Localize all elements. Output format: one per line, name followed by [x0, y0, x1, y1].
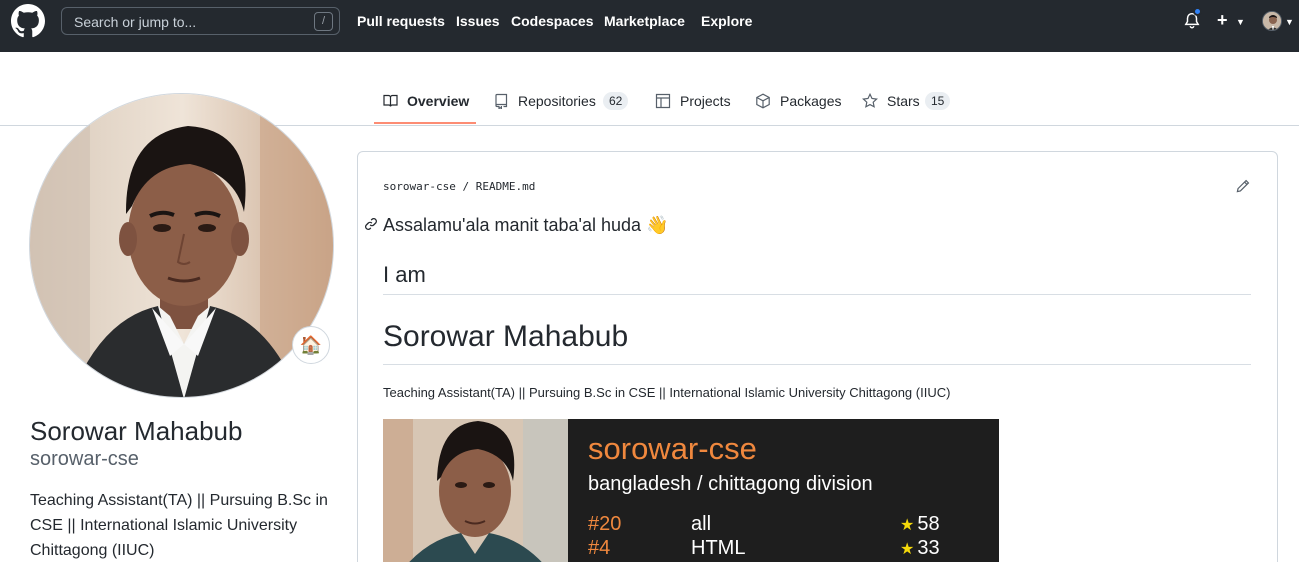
github-logo-icon[interactable]: [11, 4, 45, 38]
search-placeholder: Search or jump to...: [74, 14, 197, 30]
readme-path-separator: /: [462, 180, 470, 193]
stats-row-rank: #20: [588, 513, 622, 535]
stats-card-location: bangladesh / chittagong division: [588, 473, 873, 495]
search-shortcut-key: /: [314, 12, 333, 31]
tab-repositories-label: Repositories: [518, 93, 596, 109]
user-avatar-menu[interactable]: [1262, 11, 1282, 31]
anchor-link-icon[interactable]: [364, 217, 378, 231]
waving-hand-icon: 👋: [646, 215, 669, 235]
nav-codespaces[interactable]: Codespaces: [511, 13, 593, 29]
profile-avatar[interactable]: [29, 93, 334, 398]
tab-repositories[interactable]: Repositories 62: [493, 92, 633, 110]
tab-packages[interactable]: Packages: [755, 92, 845, 110]
readme-heading-i-am: I am: [383, 262, 426, 287]
readme-greeting-text: Assalamu'ala manit taba'al huda: [383, 215, 642, 235]
stats-row-label: HTML: [691, 537, 746, 559]
stats-row-rank: #4: [588, 537, 611, 559]
tab-projects-label: Projects: [680, 93, 731, 109]
profile-username: sorowar-cse: [30, 448, 139, 470]
github-stats-card[interactable]: sorowar-cse bangladesh / chittagong divi…: [383, 419, 999, 562]
search-input[interactable]: Search or jump to... /: [61, 7, 340, 35]
readme-greeting: Assalamu'ala manit taba'al huda 👋: [383, 215, 668, 236]
stats-row-star-count: 58: [917, 513, 940, 535]
stats-card-avatar-icon: [383, 419, 568, 562]
avatar-image-icon: [1263, 12, 1281, 30]
tab-stars-label: Stars: [887, 93, 920, 109]
book-icon: [383, 94, 398, 107]
heading-divider: [383, 294, 1251, 295]
readme-path: sorowar-cse / README.md: [383, 180, 535, 193]
stats-card-photo: [383, 419, 568, 562]
stats-row-stars: ★ 33: [900, 537, 940, 560]
tab-stars[interactable]: Stars 15: [862, 92, 952, 110]
nav-explore[interactable]: Explore: [701, 13, 752, 29]
edit-pencil-icon[interactable]: [1236, 179, 1250, 193]
profile-photo-icon: [30, 94, 333, 397]
stats-row-star-count: 33: [917, 537, 940, 559]
tab-overview[interactable]: Overview: [382, 92, 472, 110]
stats-row-stars: ★ 58: [900, 513, 940, 536]
stats-row-label: all: [691, 513, 712, 535]
nav-issues[interactable]: Issues: [456, 13, 500, 29]
create-menu-chevron-down-icon[interactable]: ▼: [1236, 17, 1245, 27]
star-icon: [862, 93, 878, 108]
table-icon: [655, 93, 671, 109]
package-icon: [756, 93, 770, 109]
notification-indicator: [1193, 7, 1202, 16]
readme-bio: Teaching Assistant(TA) || Pursuing B.Sc …: [383, 385, 951, 400]
star-filled-icon: ★: [900, 541, 915, 558]
heading-divider: [383, 364, 1251, 365]
repo-icon: [495, 93, 508, 109]
readme-file-link[interactable]: README.md: [476, 180, 536, 193]
repositories-count-badge: 62: [603, 92, 629, 110]
tab-overview-label: Overview: [407, 93, 470, 109]
stats-card-username: sorowar-cse: [588, 431, 757, 466]
global-header: Search or jump to... / Pull requests Iss…: [0, 0, 1299, 52]
create-new-icon[interactable]: +: [1217, 10, 1228, 31]
profile-full-name: Sorowar Mahabub: [30, 416, 243, 446]
profile-bio: Teaching Assistant(TA) || Pursuing B.Sc …: [30, 492, 328, 559]
tab-packages-label: Packages: [780, 93, 842, 109]
tab-projects[interactable]: Projects: [655, 92, 735, 110]
readme-heading-name: Sorowar Mahabub: [383, 320, 629, 353]
readme-owner-link[interactable]: sorowar-cse: [383, 180, 456, 193]
stars-count-badge: 15: [925, 92, 951, 110]
nav-pull-requests[interactable]: Pull requests: [357, 13, 445, 29]
selected-tab-underline: [374, 122, 476, 124]
user-menu-chevron-down-icon[interactable]: ▼: [1285, 17, 1294, 27]
nav-marketplace[interactable]: Marketplace: [604, 13, 685, 29]
status-emoji-button[interactable]: 🏠: [292, 326, 330, 364]
star-filled-icon: ★: [900, 517, 915, 534]
